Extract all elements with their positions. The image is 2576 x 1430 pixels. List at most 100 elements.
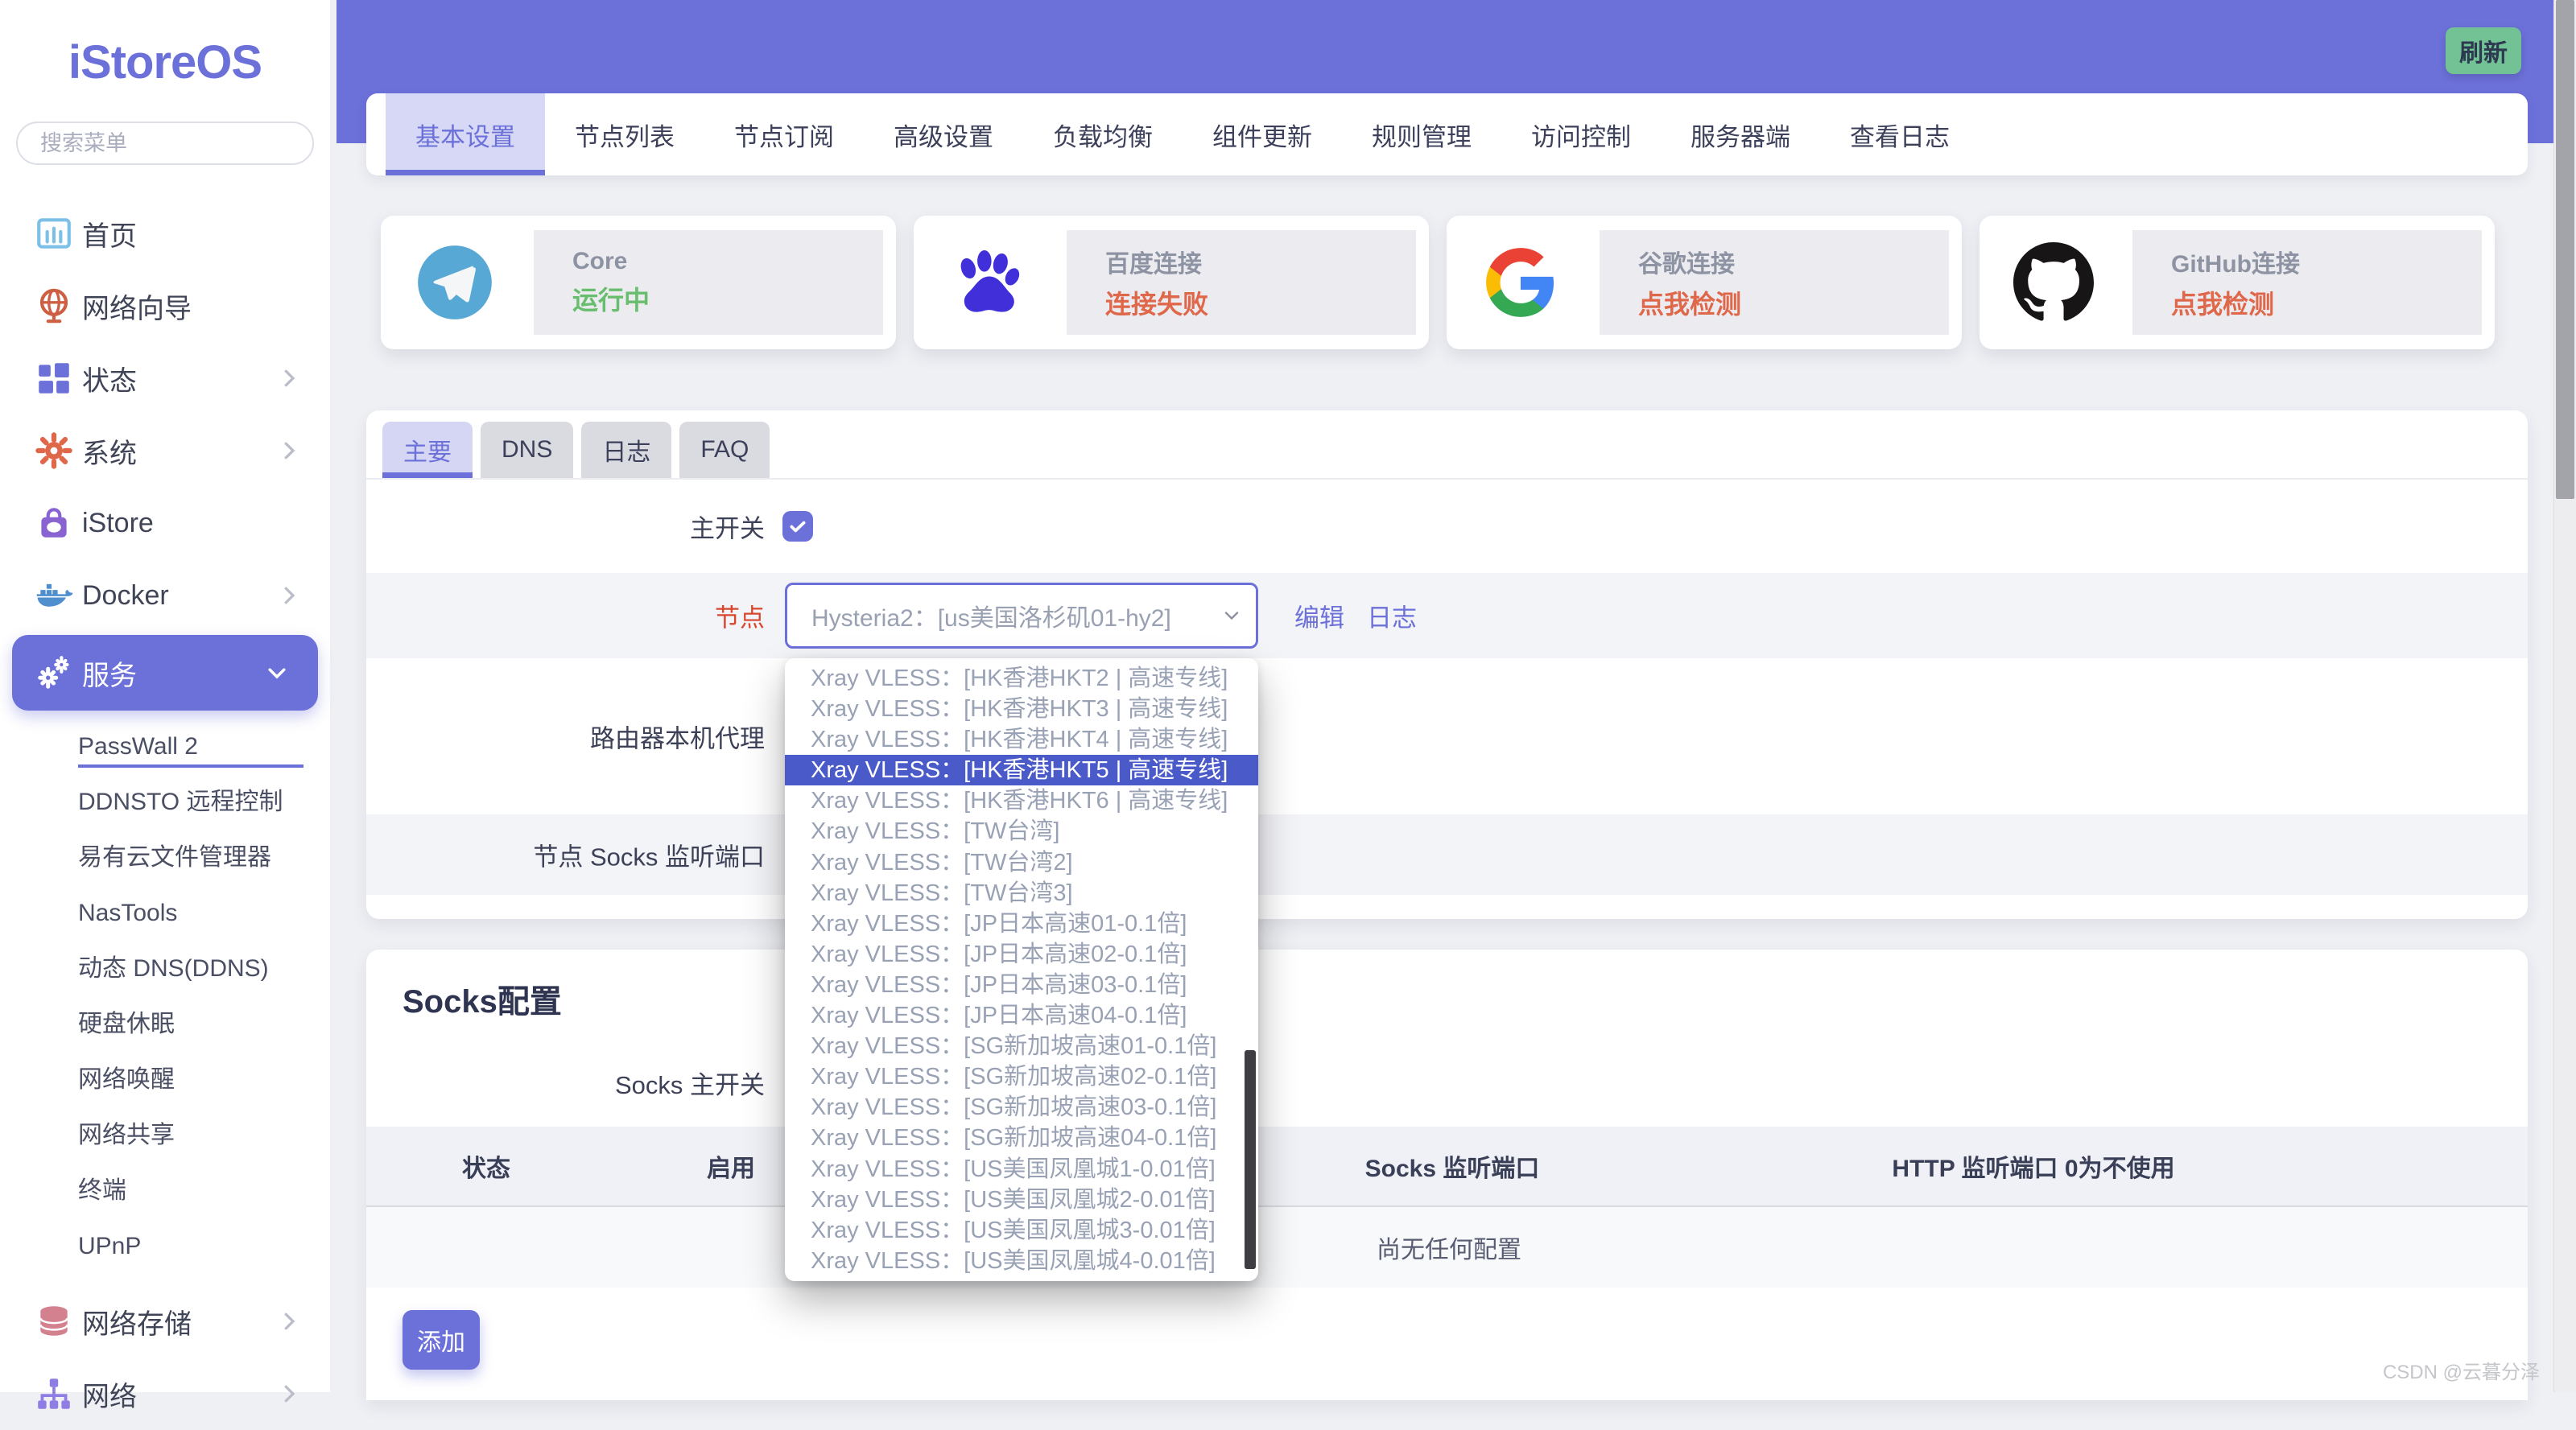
gears-icon: [32, 651, 76, 694]
node-edit-link[interactable]: 编辑: [1294, 598, 1344, 634]
dropdown-option[interactable]: Xray VLESS：[TW台湾2]: [785, 847, 1258, 878]
dropdown-option[interactable]: Xray VLESS：[SG新加坡高速04-0.1倍]: [785, 1123, 1258, 1153]
sidebar-item-label: 网络: [82, 1374, 137, 1414]
submenu-item-upnp[interactable]: UPnP: [0, 1218, 330, 1274]
dropdown-option[interactable]: Xray VLESS：[TW台湾3]: [785, 878, 1258, 909]
node-select[interactable]: Hysteria2：[us美国洛杉矶01-hy2]: [785, 583, 1258, 649]
status-panel: GitHub连接 点我检测: [2132, 230, 2482, 335]
submenu-item-passwall2[interactable]: PassWall 2: [0, 719, 330, 774]
sidebar-item-home[interactable]: 首页: [0, 197, 330, 270]
socks-main-switch-label: Socks 主开关: [366, 1065, 765, 1101]
tab-basic-settings[interactable]: 基本设置: [386, 93, 545, 175]
tab-access-control[interactable]: 访问控制: [1501, 93, 1661, 175]
page-scrollbar-thumb[interactable]: [2556, 0, 2574, 499]
core-status-card[interactable]: Core 运行中: [381, 216, 896, 349]
sidebar-item-services[interactable]: 服务: [12, 635, 318, 711]
dropdown-option[interactable]: Xray VLESS：[JP日本高速02-0.1倍]: [785, 939, 1258, 970]
database-icon: [32, 1300, 76, 1343]
dropdown-option[interactable]: Xray VLESS：[TW台湾]: [785, 816, 1258, 847]
sidebar-item-status[interactable]: 状态: [0, 342, 330, 414]
empty-table-row: 尚无任何配置: [366, 1207, 2528, 1288]
sidebar-item-network-wizard[interactable]: 网络向导: [0, 270, 330, 342]
tab-node-list[interactable]: 节点列表: [545, 93, 704, 175]
dropdown-option[interactable]: Xray VLESS：[HK香港HKT6 | 高速专线]: [785, 785, 1258, 816]
status-value: 点我检测: [1638, 284, 1949, 321]
tab-load-balancing[interactable]: 负载均衡: [1023, 93, 1183, 175]
subtab-log[interactable]: 日志: [581, 422, 671, 478]
socks-config-title: Socks配置: [402, 975, 562, 1022]
sidebar-item-istore[interactable]: iStore: [0, 487, 330, 559]
tab-view-logs[interactable]: 查看日志: [1820, 93, 1979, 175]
subtab-dns[interactable]: DNS: [481, 422, 573, 478]
google-status-card[interactable]: 谷歌连接 点我检测: [1447, 216, 1962, 349]
dropdown-option[interactable]: Xray VLESS：[HK香港HKT2 | 高速专线]: [785, 663, 1258, 694]
col-enabled: 启用: [707, 1148, 755, 1184]
status-value: 连接失败: [1105, 284, 1416, 321]
chevron-right-icon: [277, 1382, 301, 1406]
dropdown-option-selected[interactable]: Xray VLESS：[HK香港HKT5 | 高速专线]: [785, 755, 1258, 785]
docker-whale-icon: [32, 574, 76, 617]
subtab-faq[interactable]: FAQ: [679, 422, 770, 478]
sidebar-item-network-storage[interactable]: 网络存储: [0, 1285, 330, 1358]
grid-icon: [32, 356, 76, 400]
sidebar-item-docker[interactable]: Docker: [0, 559, 330, 632]
dropdown-option[interactable]: Xray VLESS：[US美国凤凰城3-0.01倍]: [785, 1215, 1258, 1246]
status-title: 谷歌连接: [1638, 244, 1949, 279]
dropdown-option[interactable]: Xray VLESS：[JP日本高速03-0.1倍]: [785, 970, 1258, 1000]
baidu-status-card[interactable]: 百度连接 连接失败: [914, 216, 1429, 349]
dropdown-option[interactable]: Xray VLESS：[US美国凤凰城4-0.01倍]: [785, 1246, 1258, 1276]
chevron-right-icon: [277, 366, 301, 390]
refresh-button[interactable]: 刷新: [2446, 27, 2521, 74]
node-socks-port-row: 节点 Socks 监听端口: [366, 814, 2528, 895]
add-button[interactable]: 添加: [402, 1310, 480, 1370]
github-status-card[interactable]: GitHub连接 点我检测: [1979, 216, 2495, 349]
tab-server-side[interactable]: 服务器端: [1661, 93, 1820, 175]
dropdown-option[interactable]: Xray VLESS：[US美国凤凰城1-0.01倍]: [785, 1154, 1258, 1185]
search-input[interactable]: [16, 122, 314, 165]
basic-settings-card: 主要 DNS 日志 FAQ 主开关 节点 Hysteria2：[us美国洛杉矶0…: [366, 410, 2528, 919]
submenu-item-disk-sleep[interactable]: 硬盘休眠: [0, 996, 330, 1052]
dropdown-option[interactable]: Xray VLESS：[JP日本高速04-0.1倍]: [785, 1000, 1258, 1031]
dropdown-option[interactable]: Xray VLESS：[US美国凤凰城2-0.01倍]: [785, 1185, 1258, 1215]
app-logo: iStoreOS: [0, 35, 330, 89]
socks-config-card: Socks配置 Socks 主开关 状态 启用 Socks 监听端口 HTTP …: [366, 950, 2528, 1400]
node-log-link[interactable]: 日志: [1367, 598, 1417, 634]
tab-rule-management[interactable]: 规则管理: [1342, 93, 1501, 175]
sidebar-item-network[interactable]: 网络: [0, 1358, 330, 1430]
dropdown-scrollbar-thumb[interactable]: [1245, 1050, 1256, 1269]
dropdown-option[interactable]: Xray VLESS：[SG新加坡高速01-0.1倍]: [785, 1031, 1258, 1061]
submenu-item-terminal[interactable]: 终端: [0, 1163, 330, 1218]
dropdown-option[interactable]: Xray VLESS：[HK香港HKT4 | 高速专线]: [785, 724, 1258, 755]
home-chart-icon: [32, 212, 76, 255]
submenu-item-ddnsto[interactable]: DDNSTO 远程控制: [0, 774, 330, 830]
submenu-item-nastools[interactable]: NasTools: [0, 885, 330, 941]
sidebar-item-system[interactable]: 系统: [0, 414, 330, 487]
dropdown-option[interactable]: Xray VLESS：[JP日本高速01-0.1倍]: [785, 909, 1258, 939]
services-submenu: PassWall 2 DDNSTO 远程控制 易有云文件管理器 NasTools…: [0, 719, 330, 1274]
tab-advanced-settings[interactable]: 高级设置: [864, 93, 1023, 175]
main-switch-checkbox[interactable]: [782, 511, 813, 542]
status-title: Core: [572, 248, 883, 275]
sidebar-item-label: 网络向导: [82, 286, 192, 326]
node-label: 节点: [366, 598, 765, 634]
passwall-tabbar: 基本设置 节点列表 节点订阅 高级设置 负载均衡 组件更新 规则管理 访问控制 …: [366, 93, 2528, 175]
subtab-main[interactable]: 主要: [382, 422, 473, 478]
socks-table-header: 状态 启用 Socks 监听端口 HTTP 监听端口 0为不使用: [366, 1127, 2528, 1205]
submenu-item-linkease[interactable]: 易有云文件管理器: [0, 830, 330, 885]
passwall2-page: iStoreOS 首页 网络向导 状态: [0, 0, 2576, 1392]
status-panel: 百度连接 连接失败: [1067, 230, 1416, 335]
page-scrollbar[interactable]: [2553, 0, 2576, 1392]
node-row: 节点 Hysteria2：[us美国洛杉矶01-hy2] 编辑 日志: [366, 573, 2528, 658]
submenu-item-wol[interactable]: 网络唤醒: [0, 1052, 330, 1107]
dropdown-option[interactable]: Xray VLESS：[SG新加坡高速03-0.1倍]: [785, 1092, 1258, 1123]
tab-component-update[interactable]: 组件更新: [1183, 93, 1342, 175]
dropdown-option[interactable]: Xray VLESS：[SG新加坡高速02-0.1倍]: [785, 1061, 1258, 1092]
globe-icon: [32, 284, 76, 328]
submenu-item-ddns[interactable]: 动态 DNS(DDNS): [0, 941, 330, 996]
tab-node-subscribe[interactable]: 节点订阅: [704, 93, 864, 175]
sidebar-item-label: Docker: [82, 580, 169, 612]
sidebar-item-label: iStore: [82, 508, 154, 539]
dropdown-option[interactable]: Xray VLESS：[HK香港HKT3 | 高速专线]: [785, 694, 1258, 724]
chevron-down-icon: [1220, 604, 1243, 627]
submenu-item-network-share[interactable]: 网络共享: [0, 1107, 330, 1163]
